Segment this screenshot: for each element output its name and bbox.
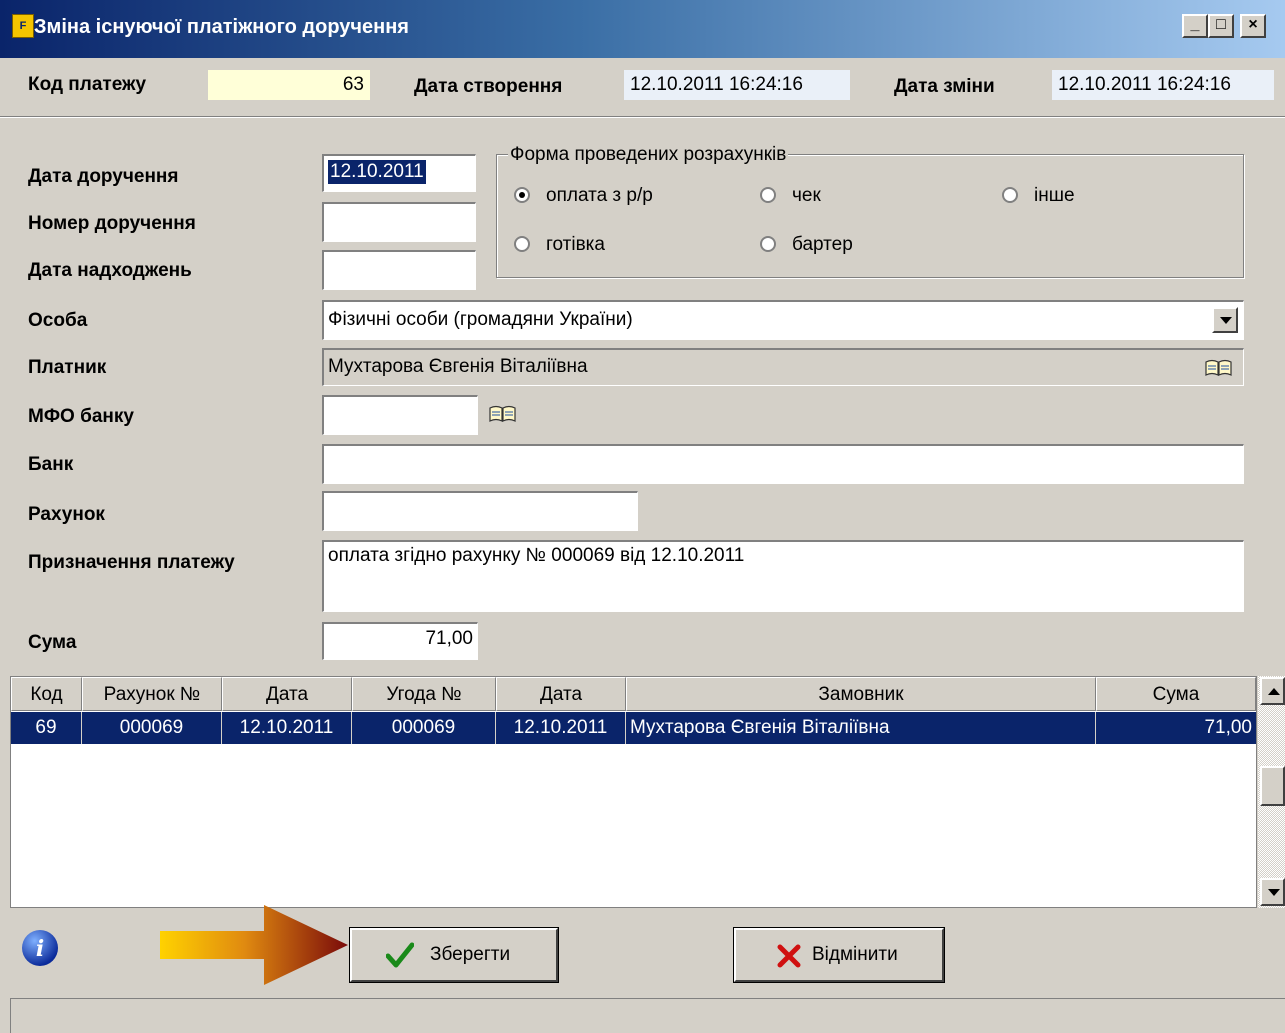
sum-input[interactable]: 71,00 <box>322 622 478 660</box>
cell-sum: 71,00 <box>1096 712 1256 744</box>
radio-barter-label: бартер <box>792 234 853 255</box>
person-select-value: Фізичні особи (громадяни України) <box>328 309 633 330</box>
cell-invoice-date: 12.10.2011 <box>222 712 352 744</box>
account-label: Рахунок <box>28 504 105 525</box>
column-header-code[interactable]: Код <box>11 677 82 711</box>
payment-code-label: Код платежу <box>28 74 147 95</box>
radio-payment-account-label: оплата з р/р <box>546 185 653 206</box>
mfo-label: МФО банку <box>28 406 134 427</box>
purpose-textarea[interactable]: оплата згідно рахунку № 000069 від 12.10… <box>322 540 1244 612</box>
sum-label: Сума <box>28 632 77 653</box>
mfo-input[interactable] <box>322 395 478 435</box>
modified-date-field: 12.10.2011 16:24:16 <box>1052 70 1274 100</box>
purpose-value: оплата згідно рахунку № 000069 від 12.10… <box>328 545 745 566</box>
cell-agreement-date: 12.10.2011 <box>496 712 626 744</box>
x-mark-icon <box>777 944 801 968</box>
order-date-input[interactable]: 12.10.2011 <box>322 154 476 192</box>
order-date-value: 12.10.2011 <box>328 160 426 184</box>
radio-other-label: інше <box>1034 185 1075 206</box>
header-separator <box>0 116 1285 118</box>
cell-code: 69 <box>11 712 82 744</box>
cancel-button[interactable]: Відмінити <box>733 927 945 983</box>
purpose-label: Призначення платежу <box>28 552 235 573</box>
scroll-down-button[interactable] <box>1260 878 1285 906</box>
payment-form-group <box>496 154 1244 278</box>
chevron-down-icon[interactable] <box>1212 307 1238 333</box>
scroll-up-icon <box>1268 688 1280 695</box>
payment-form-title: Форма проведених розрахунків <box>508 144 789 166</box>
radio-check-label: чек <box>792 185 821 206</box>
checkmark-icon <box>386 942 414 968</box>
cell-agreement-number: 000069 <box>352 712 496 744</box>
pointer-arrow-icon <box>160 905 348 985</box>
scroll-down-icon <box>1268 889 1280 896</box>
save-button-label: Зберегти <box>430 944 511 965</box>
radio-check[interactable] <box>760 187 776 203</box>
minimize-icon: _ <box>1190 16 1200 33</box>
column-header-agreement-date[interactable]: Дата <box>496 677 626 711</box>
receipt-date-input[interactable] <box>322 250 476 290</box>
column-header-invoice-date[interactable]: Дата <box>222 677 352 711</box>
order-date-label: Дата доручення <box>28 166 179 187</box>
radio-cash[interactable] <box>514 236 530 252</box>
receipt-date-label: Дата надходжень <box>28 260 192 281</box>
close-button[interactable]: × <box>1240 14 1266 38</box>
created-date-field: 12.10.2011 16:24:16 <box>624 70 850 100</box>
scroll-up-button[interactable] <box>1260 677 1285 705</box>
status-bar <box>10 998 1285 1033</box>
column-header-sum[interactable]: Сума <box>1096 677 1256 711</box>
sum-value: 71,00 <box>425 628 473 649</box>
account-input[interactable] <box>322 491 638 531</box>
maximize-icon: □ <box>1216 16 1226 33</box>
app-icon: F <box>12 14 34 38</box>
person-label: Особа <box>28 310 88 331</box>
cell-invoice-number: 000069 <box>82 712 222 744</box>
payment-code-field: 63 <box>208 70 370 100</box>
created-date-label: Дата створення <box>414 76 563 97</box>
order-number-input[interactable] <box>322 202 476 242</box>
bank-input[interactable] <box>322 444 1244 484</box>
scroll-thumb[interactable] <box>1260 766 1285 806</box>
mfo-lookup-icon[interactable] <box>488 404 518 424</box>
payer-value: Мухтарова Євгенія Віталіївна <box>328 356 588 377</box>
info-icon[interactable]: i <box>20 928 60 968</box>
radio-cash-label: готівка <box>546 234 605 255</box>
save-button[interactable]: Зберегти <box>349 927 559 983</box>
book-lookup-icon[interactable] <box>1204 358 1234 378</box>
bank-label: Банк <box>28 454 74 475</box>
modified-date-label: Дата зміни <box>894 76 995 97</box>
cancel-button-label: Відмінити <box>812 944 898 965</box>
payer-field: Мухтарова Євгенія Віталіївна <box>322 348 1244 386</box>
radio-barter[interactable] <box>760 236 776 252</box>
svg-text:i: i <box>36 936 44 962</box>
radio-payment-account[interactable] <box>514 187 530 203</box>
column-header-agreement-number[interactable]: Угода № <box>352 677 496 711</box>
close-icon: × <box>1248 16 1258 33</box>
person-select[interactable]: Фізичні особи (громадяни України) <box>322 300 1244 340</box>
column-header-invoice-number[interactable]: Рахунок № <box>82 677 222 711</box>
order-number-label: Номер доручення <box>28 213 196 234</box>
cell-customer: Мухтарова Євгенія Віталіївна <box>626 712 1096 744</box>
payer-label: Платник <box>28 357 107 378</box>
maximize-button[interactable]: □ <box>1208 14 1234 38</box>
radio-other[interactable] <box>1002 187 1018 203</box>
window-title: Зміна існуючої платіжного доручення <box>34 16 409 38</box>
column-header-customer[interactable]: Замовник <box>626 677 1096 711</box>
minimize-button[interactable]: _ <box>1182 14 1208 38</box>
